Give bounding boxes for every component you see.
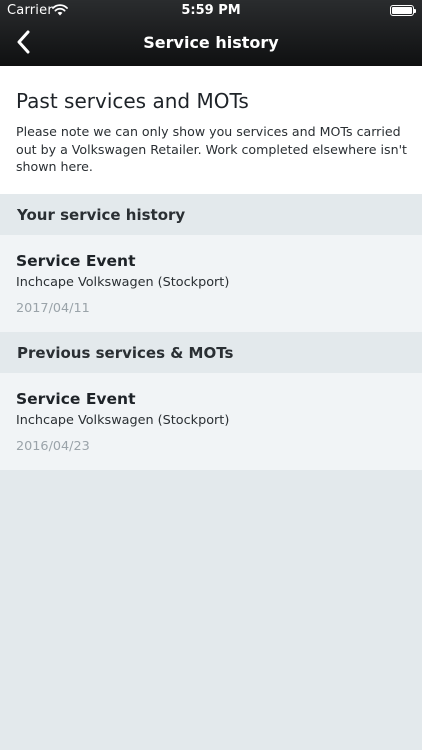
page-title: Service history — [143, 33, 279, 52]
event-retailer: Inchcape Volkswagen (Stockport) — [16, 413, 230, 428]
event-retailer: Inchcape Volkswagen (Stockport) — [16, 275, 230, 290]
intro-title: Past services and MOTs — [16, 89, 249, 113]
event-date: 2017/04/11 — [16, 301, 90, 316]
section-header-previous-services: Previous services & MOTs — [0, 332, 422, 373]
status-time: 5:59 PM — [181, 3, 241, 18]
event-title: Service Event — [16, 390, 136, 408]
service-event-item[interactable]: Service Event Inchcape Volkswagen (Stock… — [0, 373, 422, 470]
intro-text: Please note we can only show you service… — [16, 124, 407, 174]
battery-icon — [390, 5, 416, 16]
navigation-header: Carrier 5:59 PM Service history — [0, 0, 422, 66]
service-event-item[interactable]: Service Event Inchcape Volkswagen (Stock… — [0, 235, 422, 332]
section-header-your-service-history: Your service history — [0, 194, 422, 235]
event-date: 2016/04/23 — [16, 439, 90, 454]
intro-panel: Past services and MOTs Please note we ca… — [0, 66, 422, 194]
status-bar: Carrier 5:59 PM — [0, 0, 422, 22]
event-title: Service Event — [16, 252, 136, 270]
